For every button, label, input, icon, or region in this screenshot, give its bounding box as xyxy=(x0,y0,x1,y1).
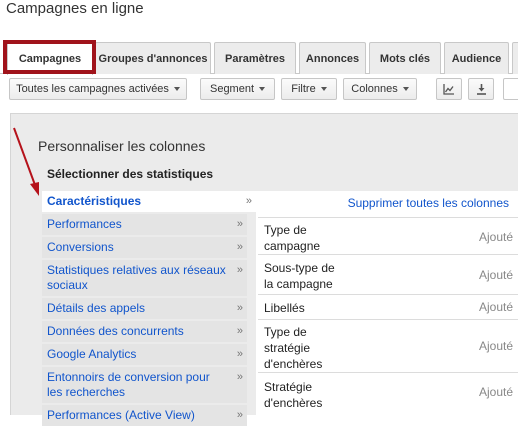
category-item-details-appels[interactable]: Détails des appels » xyxy=(42,298,247,319)
segment-label: Segment xyxy=(209,83,255,95)
caret-down-icon xyxy=(402,87,409,91)
column-row: Stratégie d'enchères Ajouté xyxy=(258,372,518,416)
caret-down-icon xyxy=(173,87,180,91)
toolbar: Toutes les campagnes activées Segment Fi… xyxy=(0,78,518,102)
chart-icon xyxy=(443,83,454,95)
column-row-label: Type de campagne xyxy=(264,223,321,253)
tab-parametres[interactable]: Paramètres xyxy=(214,42,296,74)
category-label: Caractéristiques xyxy=(47,194,142,208)
columns-content: Supprimer toutes les colonnes Type de ca… xyxy=(256,191,518,416)
tab-annonces[interactable]: Annonces xyxy=(299,42,366,74)
page-title: Campagnes en ligne xyxy=(6,0,144,17)
category-item-google-analytics[interactable]: Google Analytics » xyxy=(42,344,247,365)
campaign-status-label: Toutes les campagnes activées xyxy=(16,83,169,95)
tab-audience[interactable]: Audience xyxy=(444,42,509,74)
download-icon xyxy=(476,83,486,95)
segment-dropdown[interactable]: Segment xyxy=(200,78,275,100)
column-row: Type de stratégie d'enchères Ajouté xyxy=(258,319,518,372)
category-label: Détails des appels xyxy=(47,301,146,315)
category-item-performances[interactable]: Performances » xyxy=(42,214,247,235)
search-box[interactable] xyxy=(503,78,518,100)
filter-label: Filtre xyxy=(291,83,316,95)
caret-down-icon xyxy=(259,87,266,91)
chevron-right-icon: » xyxy=(236,325,243,337)
category-item-conversions[interactable]: Conversions » xyxy=(42,237,247,258)
column-row-status[interactable]: Ajouté xyxy=(479,385,513,399)
column-row-label: Stratégie d'enchères xyxy=(264,380,323,410)
caret-down-icon xyxy=(320,87,327,91)
category-item-caracteristiques[interactable]: Caractéristiques » xyxy=(42,191,256,212)
download-button[interactable] xyxy=(468,78,494,100)
category-label: Entonnoirs de conversion pour les recher… xyxy=(47,370,210,399)
column-row-status[interactable]: Ajouté xyxy=(479,300,513,314)
chevron-right-icon: » xyxy=(236,302,243,314)
category-item-concurrents[interactable]: Données des concurrents » xyxy=(42,321,247,342)
column-row-status[interactable]: Ajouté xyxy=(479,268,513,282)
tab-campagnes[interactable]: Campagnes xyxy=(7,42,93,75)
category-label: Conversions xyxy=(47,240,114,254)
customize-columns-panel: Personnaliser les colonnes Sélectionner … xyxy=(10,113,518,426)
campaign-status-dropdown[interactable]: Toutes les campagnes activées xyxy=(9,78,187,100)
tab-groupes-annonces[interactable]: Groupes d'annonces xyxy=(95,42,211,74)
chevron-right-icon: » xyxy=(236,241,243,253)
columns-dropdown[interactable]: Colonnes xyxy=(343,78,417,100)
panel-title: Personnaliser les colonnes xyxy=(38,138,206,154)
column-row-status[interactable]: Ajouté xyxy=(479,339,513,353)
column-row: Sous-type de la campagne Ajouté xyxy=(258,254,518,294)
category-label: Statistiques relatives aux réseaux socia… xyxy=(47,263,226,292)
tab-mots-cles[interactable]: Mots clés xyxy=(369,42,441,74)
category-label: Performances (Active View) xyxy=(47,408,195,422)
column-row-label: Libellés xyxy=(264,301,305,315)
remove-all-columns-link[interactable]: Supprimer toutes les colonnes xyxy=(348,196,509,210)
category-item-reseaux-sociaux[interactable]: Statistiques relatives aux réseaux socia… xyxy=(42,260,247,296)
chevron-right-icon: » xyxy=(236,348,243,360)
columns-label: Colonnes xyxy=(351,83,398,95)
chevron-right-icon: » xyxy=(236,218,243,230)
tab-bar: Campagnes Groupes d'annonces Paramètres … xyxy=(0,40,518,75)
column-row: Type de campagne Ajouté xyxy=(258,217,518,254)
category-label: Performances xyxy=(47,217,122,231)
column-row: Libellés Ajouté xyxy=(258,294,518,319)
panel-subtitle: Sélectionner des statistiques xyxy=(47,167,214,181)
chevron-right-icon: » xyxy=(245,195,252,207)
category-label: Données des concurrents xyxy=(47,324,184,338)
category-item-entonnoirs[interactable]: Entonnoirs de conversion pour les recher… xyxy=(42,367,247,403)
category-item-active-view[interactable]: Performances (Active View) » xyxy=(42,405,247,426)
category-label: Google Analytics xyxy=(47,347,137,361)
filter-dropdown[interactable]: Filtre xyxy=(281,78,337,100)
chevron-right-icon: » xyxy=(236,371,243,383)
category-list: Caractéristiques » Performances » Conver… xyxy=(42,191,256,428)
chevron-right-icon: » xyxy=(236,264,243,276)
tab-more[interactable] xyxy=(512,42,518,74)
column-row-label: Type de stratégie d'enchères xyxy=(264,325,323,371)
chevron-right-icon: » xyxy=(236,409,243,421)
column-row-label: Sous-type de la campagne xyxy=(264,261,335,291)
chart-button[interactable] xyxy=(436,78,462,100)
column-row-status[interactable]: Ajouté xyxy=(479,230,513,244)
